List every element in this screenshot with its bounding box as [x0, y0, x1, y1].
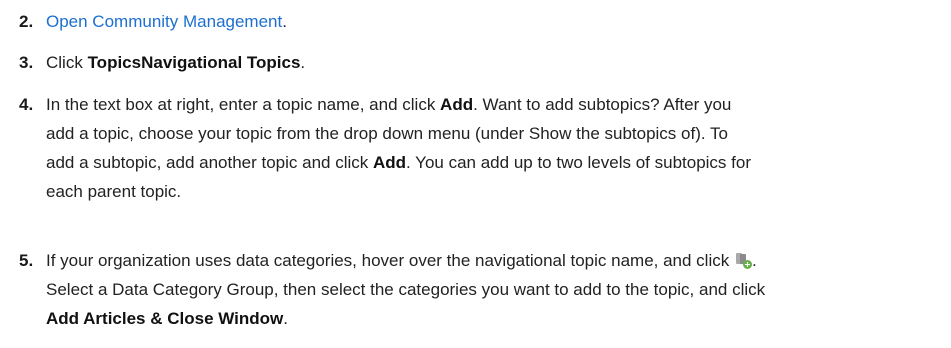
step-text: Click TopicsNavigational Topics. [46, 48, 951, 77]
text-fragment: . Want to add subtopics? After you [473, 95, 732, 114]
step-text: If your organization uses data categorie… [46, 246, 951, 333]
text-fragment: . You can add up to two levels of subtop… [406, 153, 751, 172]
step-text: Open Community Management. [46, 7, 951, 36]
text-line: add a topic, choose your topic from the … [46, 124, 728, 143]
step-number: 4. [19, 95, 34, 114]
text-fragment: Click [46, 53, 88, 72]
text-fragment: If your organization uses data categorie… [46, 251, 734, 270]
text-line: Select a Data Category Group, then selec… [46, 280, 766, 299]
community-management-link[interactable]: Open Community Management [46, 12, 282, 31]
text-line: each parent topic. [46, 182, 182, 201]
ui-label-add-articles-close-window: Add Articles & Close Window [46, 309, 284, 328]
text-fragment: In the text box at right, enter a topic … [46, 95, 441, 114]
step-number: 3. [19, 53, 34, 72]
ui-label-topics-navigational-topics: TopicsNavigational Topics [87, 53, 301, 72]
ui-label-add: Add [440, 95, 474, 114]
text-line: In the text box at right, enter a topic … [46, 90, 951, 119]
text-fragment: . [283, 309, 288, 328]
step-number: 5. [19, 251, 34, 270]
text-fragment: add a subtopic, add another topic and cl… [46, 153, 373, 172]
step-number: 2. [19, 12, 34, 31]
text-line: If your organization uses data categorie… [46, 246, 951, 275]
text-fragment: . [751, 251, 757, 270]
add-articles-icon [735, 252, 752, 269]
ui-label-add: Add [373, 153, 407, 172]
text-line: Add Articles & Close Window. [46, 304, 951, 333]
text-fragment: . [282, 12, 287, 31]
text-fragment: . [300, 53, 306, 72]
text-line: add a subtopic, add another topic and cl… [46, 148, 951, 177]
step-text: In the text box at right, enter a topic … [46, 90, 951, 206]
